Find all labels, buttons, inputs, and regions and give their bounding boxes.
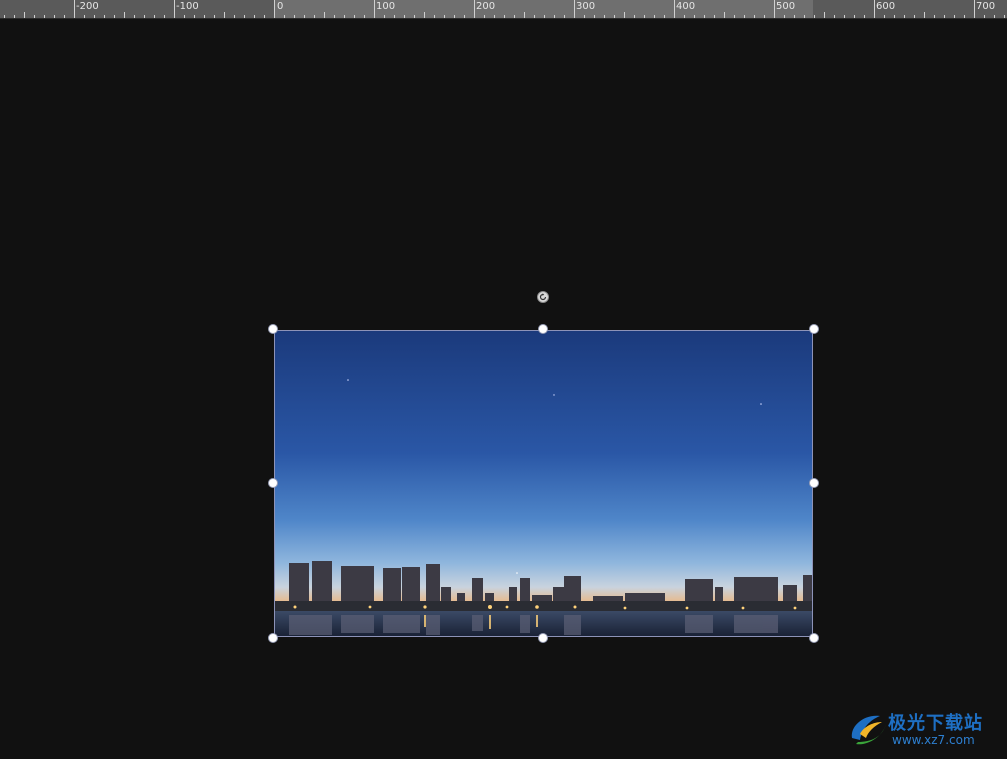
rotate-icon (539, 293, 547, 301)
resize-handle-top[interactable] (538, 324, 548, 334)
selected-image[interactable] (274, 330, 813, 637)
resize-handle-right[interactable] (809, 478, 819, 488)
ruler-label: 100 (376, 1, 396, 12)
watermark-url: www.xz7.com (892, 733, 975, 747)
resize-handle-left[interactable] (268, 478, 278, 488)
resize-handle-bottom-right[interactable] (809, 633, 819, 643)
aurora-logo-icon (851, 715, 886, 745)
ruler-label: 400 (676, 1, 696, 12)
horizontal-ruler[interactable]: -200 -100 0 100 200 300 400 500 600 700 (0, 0, 1007, 19)
ruler-label: 500 (776, 1, 796, 12)
ruler-label: -200 (76, 1, 99, 12)
ruler-label: 300 (576, 1, 596, 12)
ruler-label: 700 (976, 1, 996, 12)
rotate-handle[interactable] (537, 291, 549, 303)
watermark: 极光下载站 www.xz7.com (846, 706, 1006, 754)
ruler-label: 0 (277, 1, 284, 12)
resize-handle-top-right[interactable] (809, 324, 819, 334)
ruler-label: 600 (876, 1, 896, 12)
ruler-ticks (4, 0, 1005, 18)
watermark-name: 极光下载站 (888, 713, 983, 734)
resize-handle-top-left[interactable] (268, 324, 278, 334)
ruler-label: 200 (476, 1, 496, 12)
skyline-photo (275, 331, 812, 636)
resize-handle-bottom[interactable] (538, 633, 548, 643)
editor-window: -200 -100 0 100 200 300 400 500 600 700 (0, 0, 1007, 759)
ruler-label: -100 (176, 1, 199, 12)
resize-handle-bottom-left[interactable] (268, 633, 278, 643)
